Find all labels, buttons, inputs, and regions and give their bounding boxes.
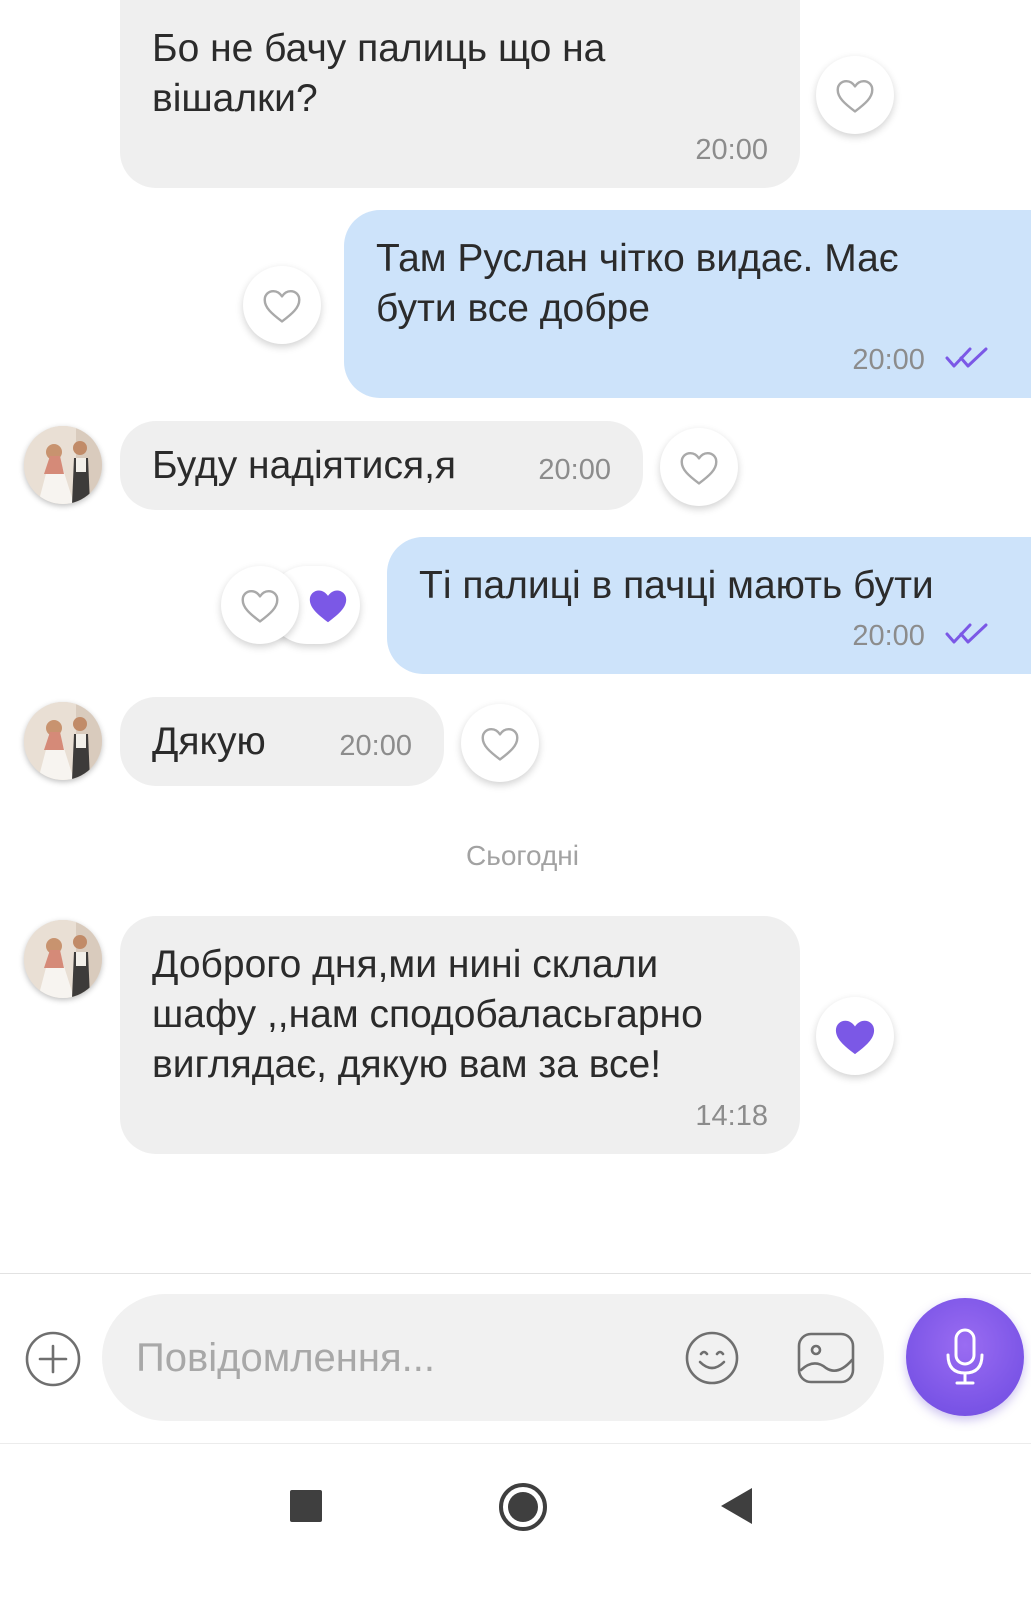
like-button[interactable] [221,566,299,644]
message-input-placeholder: Повідомлення... [136,1336,435,1380]
back-icon [721,1488,752,1524]
message-text: Ті палиці в пачці мають бути [419,564,934,607]
message-timestamp: 14:18 [695,1100,768,1132]
message-timestamp: 20:00 [339,730,412,762]
recent-apps-button[interactable] [288,1488,324,1524]
message-text: Бо не бачу палиць що на вішалки? [152,27,606,120]
heart-outline-icon [263,289,301,323]
message-bubble[interactable]: Доброго дня,ми нині склали шафу ,,нам сп… [120,916,800,1154]
attach-button[interactable] [24,1330,82,1388]
contact-photo [24,702,102,780]
like-button[interactable] [243,266,321,344]
message-timestamp-row: 20:00 [852,620,989,652]
message-input[interactable]: Повідомлення... [102,1294,884,1421]
message-text: Доброго дня,ми нині склали шафу ,,нам сп… [152,943,703,1086]
sticker-button[interactable] [796,1330,856,1386]
like-button[interactable] [461,704,539,782]
sticker-icon [797,1332,855,1384]
emoji-icon [685,1331,739,1385]
message-bubble[interactable]: Там Руслан чітко видає. Має бути все доб… [344,210,1031,398]
message-timestamp: 20:00 [852,620,925,652]
message-bubble[interactable]: Буду надіятися,я 20:00 [120,421,643,510]
avatar[interactable] [24,920,102,998]
emoji-button[interactable] [684,1330,740,1386]
plus-icon [25,1331,81,1387]
contact-photo [24,426,102,504]
message-timestamp-row: 20:00 [852,344,989,376]
avatar[interactable] [24,702,102,780]
message-bubble[interactable]: Дякую 20:00 [120,697,444,786]
heart-outline-icon [481,727,519,761]
contact-photo [24,920,102,998]
message-bubble[interactable]: Бо не бачу палиць що на вішалки? 20:00 [120,0,800,188]
home-button[interactable] [497,1481,549,1533]
back-button[interactable] [718,1486,754,1526]
heart-filled-icon [309,590,347,623]
heart-outline-icon [241,589,279,623]
message-timestamp: 20:00 [538,454,611,486]
like-button[interactable] [816,56,894,134]
message-composer: Повідомлення... [0,1273,1031,1444]
message-timestamp: 20:00 [852,344,925,376]
like-button[interactable] [816,997,894,1075]
voice-message-button[interactable] [906,1298,1024,1416]
heart-filled-icon [835,1020,875,1055]
heart-outline-icon [836,79,874,113]
date-separator: Сьогодні [466,840,579,871]
avatar[interactable] [24,426,102,504]
system-navigation-bar [0,1443,1031,1600]
like-button[interactable] [660,428,738,506]
message-timestamp: 20:00 [695,134,768,166]
heart-outline-icon [680,451,718,485]
home-icon [499,1483,547,1531]
read-receipt-icon [945,347,988,368]
microphone-icon [946,1328,984,1385]
message-bubble[interactable]: Ті палиці в пачці мають бути 20:00 [387,537,1031,674]
recent-apps-icon [290,1490,322,1522]
message-text: Там Руслан чітко видає. Має бути все доб… [376,237,899,330]
read-receipt-icon [945,623,988,644]
